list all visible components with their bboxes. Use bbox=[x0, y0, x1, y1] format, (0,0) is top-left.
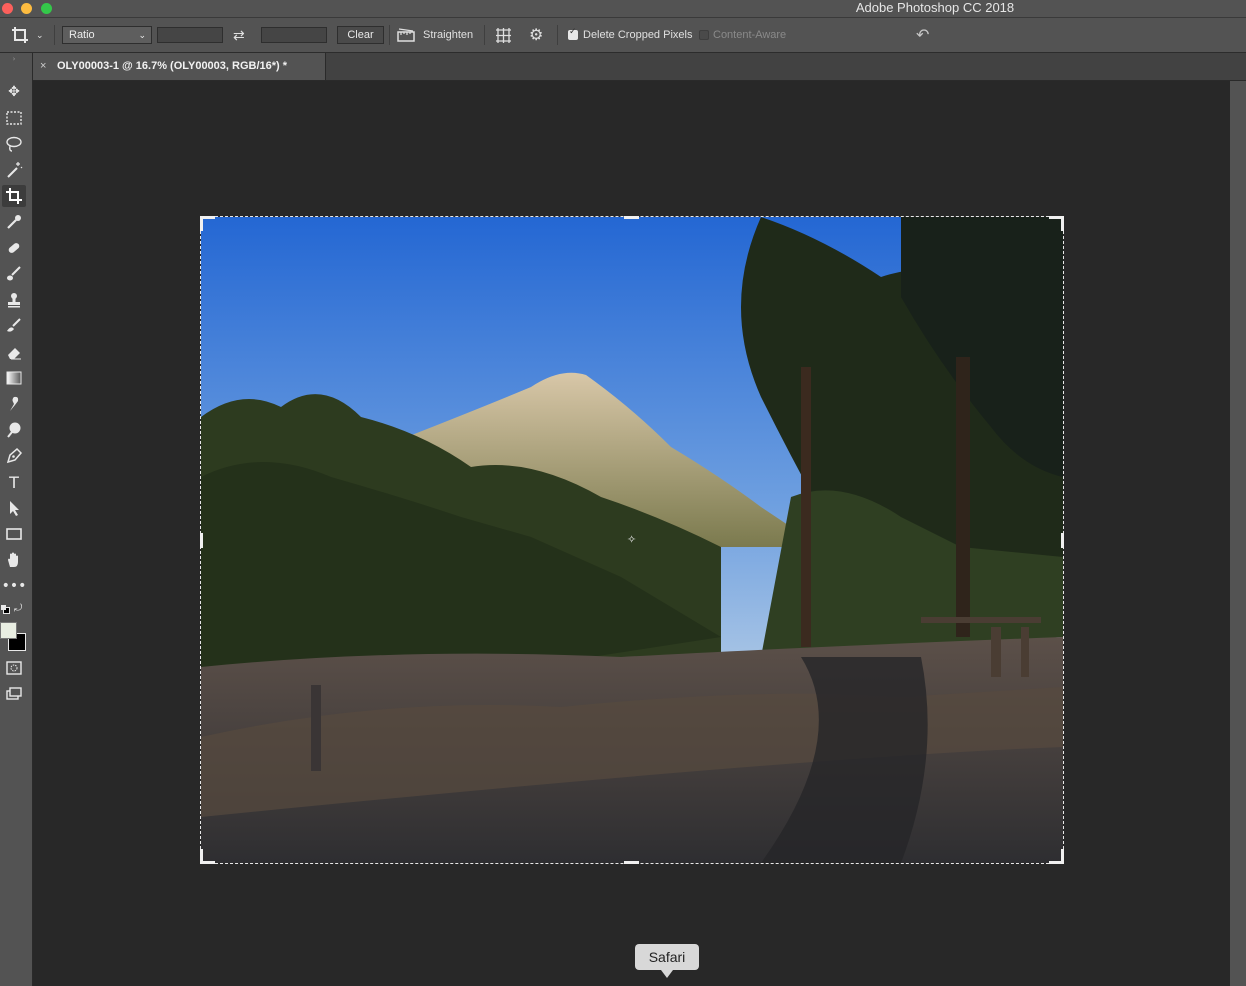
chevron-down-icon: ⌄ bbox=[138, 30, 146, 40]
crop-tool-preset-picker[interactable]: ⌄ bbox=[10, 18, 44, 52]
delete-cropped-pixels-label: Delete Cropped Pixels bbox=[583, 29, 693, 41]
marquee-icon[interactable] bbox=[2, 107, 26, 129]
quick-mask-icon[interactable] bbox=[2, 657, 26, 679]
panel-collapse-icon[interactable]: › bbox=[2, 55, 26, 63]
ratio-select-value: Ratio bbox=[69, 29, 95, 41]
close-tab-icon[interactable]: × bbox=[40, 53, 46, 80]
document-tab-bar: × OLY00003-1 @ 16.7% (OLY00003, RGB/16*)… bbox=[33, 53, 1246, 81]
smudge-icon[interactable] bbox=[2, 393, 26, 415]
overlay-options-button[interactable] bbox=[495, 18, 512, 52]
divider bbox=[484, 25, 485, 45]
divider bbox=[389, 25, 390, 45]
magic-wand-icon[interactable] bbox=[2, 159, 26, 181]
tools-panel: › ✥ T ••• ⤾ bbox=[0, 53, 33, 986]
ratio-select[interactable]: Ratio ⌄ bbox=[62, 26, 152, 44]
eraser-icon[interactable] bbox=[2, 341, 26, 363]
gear-icon[interactable]: ⚙ bbox=[529, 18, 543, 52]
path-selection-icon[interactable] bbox=[2, 497, 26, 519]
brush-icon[interactable] bbox=[2, 263, 26, 285]
straighten-button[interactable]: Straighten bbox=[397, 18, 473, 52]
crop-handle-bottom[interactable] bbox=[624, 861, 639, 864]
delete-cropped-pixels-checkbox[interactable] bbox=[568, 27, 578, 40]
ratio-height-input[interactable] bbox=[261, 27, 327, 43]
crop-center-icon: ✧ bbox=[627, 533, 637, 546]
crop-handle-bottom-left-vertical bbox=[200, 849, 203, 864]
clear-button[interactable]: Clear bbox=[337, 26, 384, 44]
clone-stamp-icon[interactable] bbox=[2, 289, 26, 311]
content-aware-label: Content-Aware bbox=[713, 29, 787, 41]
options-bar: ⌄ Ratio ⌄ ⇄ Clear Straighten ⚙ Delete Cr… bbox=[0, 18, 1246, 53]
history-brush-icon[interactable] bbox=[2, 315, 26, 337]
chevron-down-icon: ⌄ bbox=[36, 29, 44, 40]
title-bar: Adobe Photoshop CC 2018 bbox=[0, 0, 1246, 18]
type-icon[interactable]: T bbox=[2, 471, 26, 493]
pen-icon[interactable] bbox=[2, 445, 26, 467]
reset-icon[interactable]: ↶ bbox=[916, 18, 929, 52]
straighten-label: Straighten bbox=[423, 29, 474, 41]
window-zoom-button[interactable] bbox=[41, 3, 52, 14]
crop-handle-top-right-vertical bbox=[1061, 216, 1064, 231]
content-aware-checkbox[interactable] bbox=[699, 30, 709, 40]
divider bbox=[557, 25, 558, 45]
crop-tool-icon[interactable] bbox=[2, 185, 26, 207]
swap-colors-icon[interactable]: ⤾ bbox=[14, 603, 22, 614]
default-colors-icon[interactable] bbox=[1, 605, 10, 614]
document-tab[interactable]: × OLY00003-1 @ 16.7% (OLY00003, RGB/16*)… bbox=[33, 53, 326, 80]
document-tab-label: OLY00003-1 @ 16.7% (OLY00003, RGB/16*) * bbox=[57, 60, 288, 72]
crop-handle-bottom-right-vertical bbox=[1061, 849, 1064, 864]
dock-tooltip: Safari bbox=[635, 944, 699, 978]
lasso-icon[interactable] bbox=[2, 133, 26, 155]
hand-icon[interactable] bbox=[2, 549, 26, 571]
panel-dock-edge bbox=[1230, 81, 1246, 986]
crop-icon bbox=[12, 27, 28, 43]
foreground-color-swatch[interactable] bbox=[0, 622, 17, 639]
crop-handle-left[interactable] bbox=[200, 533, 203, 548]
crop-handle-top-left-vertical bbox=[200, 216, 203, 231]
ratio-width-input[interactable] bbox=[157, 27, 223, 43]
gradient-icon[interactable] bbox=[2, 367, 26, 389]
window-close-button[interactable] bbox=[2, 3, 13, 14]
divider bbox=[54, 25, 55, 45]
screen-mode-icon[interactable] bbox=[2, 683, 26, 705]
grid-icon bbox=[496, 27, 511, 43]
move-icon[interactable]: ✥ bbox=[2, 81, 26, 103]
dodge-icon[interactable] bbox=[2, 419, 26, 441]
window-minimize-button[interactable] bbox=[21, 3, 32, 14]
crop-handle-top[interactable] bbox=[624, 216, 639, 219]
swap-dimensions-icon[interactable]: ⇄ bbox=[233, 18, 245, 52]
eyedropper-icon[interactable] bbox=[2, 211, 26, 233]
healing-brush-icon[interactable] bbox=[2, 237, 26, 259]
rectangle-icon[interactable] bbox=[2, 523, 26, 545]
straighten-icon bbox=[397, 28, 415, 42]
crop-handle-right[interactable] bbox=[1061, 533, 1064, 548]
more-tools-icon[interactable]: ••• bbox=[2, 575, 27, 597]
app-title: Adobe Photoshop CC 2018 bbox=[855, 0, 1015, 15]
